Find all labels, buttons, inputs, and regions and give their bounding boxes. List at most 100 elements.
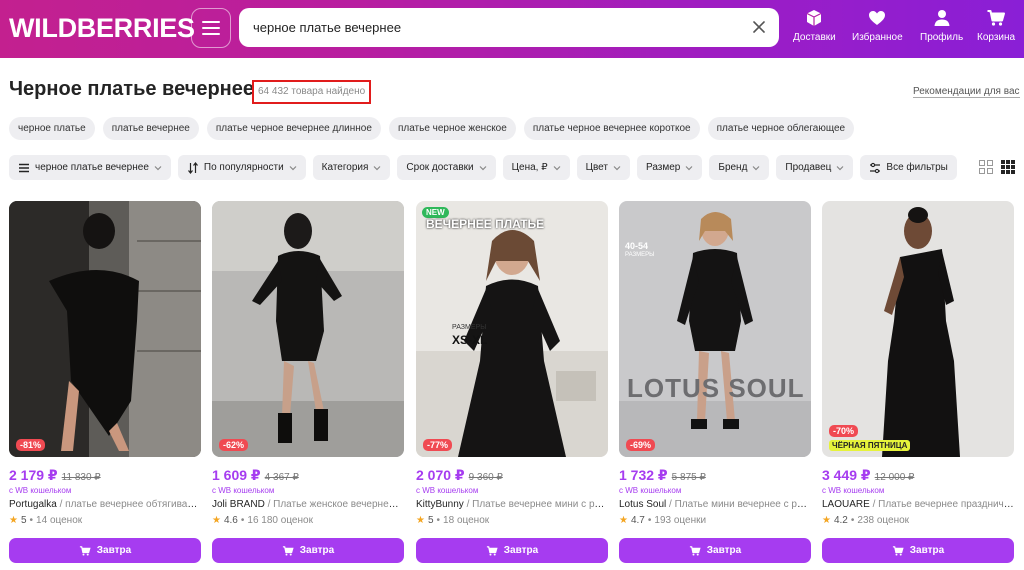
filter-price[interactable]: Цена, ₽ [502, 155, 570, 180]
product-desc: / платье вечернее обтягивающ… [56, 499, 201, 510]
brand: Lotus Soul [619, 499, 667, 510]
menu-icon-line [202, 21, 220, 23]
nav-deliveries[interactable]: Доставки [793, 8, 836, 43]
product-photo[interactable]: -81% [9, 201, 201, 457]
filter-label: Продавец [785, 162, 832, 173]
rating: ★ 4.6 • 16 180 оценок [212, 515, 313, 526]
filter-label: черное платье вечернее [35, 162, 149, 173]
price-row: 3 449 ₽ 12 000 ₽ [822, 467, 1014, 484]
old-price: 4 367 ₽ [264, 472, 299, 483]
chip[interactable]: платье вечернее [102, 117, 199, 140]
nav-label: Избранное [852, 32, 903, 43]
search-input[interactable] [253, 8, 743, 47]
product-photo[interactable]: NEW ВЕЧЕРНЕЕ ПЛАТЬЕ РАЗМЕРЫ XS-XL -77% [416, 201, 608, 457]
product-name[interactable]: KittyBunny / Платье вечернее мини с рук… [416, 499, 608, 510]
user-icon [934, 10, 950, 26]
buy-label: Завтра [503, 545, 539, 556]
filter-label: Срок доставки [406, 162, 474, 173]
filter-label: Цена, ₽ [511, 162, 548, 173]
reviews-count: 14 оценок [36, 515, 83, 526]
chevron-down-icon [613, 165, 621, 170]
sliders-icon [870, 162, 881, 173]
chip[interactable]: платье черное вечернее длинное [206, 117, 381, 140]
product-card[interactable]: -62% 1 609 ₽ 4 367 ₽ с WB кошельком Joli… [212, 201, 404, 563]
filter-color[interactable]: Цвет [576, 155, 630, 180]
sort-icon [187, 161, 198, 174]
chevron-down-icon [752, 165, 760, 170]
reviews-count: 238 оценок [857, 515, 910, 526]
product-card[interactable]: -81% 2 179 ₽ 11 830 ₽ с WB кошельком Por… [9, 201, 201, 563]
price-row: 2 070 ₽ 9 360 ₽ [416, 467, 608, 484]
filter-query[interactable]: черное платье вечернее [9, 155, 171, 180]
chip[interactable]: платье черное облегающее [707, 117, 855, 140]
product-desc: / Платье вечернее празднично… [869, 499, 1014, 510]
header: WILDBERRIES Доставки Избранное Профиль К… [0, 0, 1024, 58]
overlay-brand: LOTUS SOUL [627, 373, 805, 403]
grid-small-icon[interactable] [1001, 160, 1015, 174]
reviews-count: 18 оценок [443, 515, 490, 526]
product-photo[interactable]: -70% ЧЁРНАЯ ПЯТНИЦА [822, 201, 1014, 457]
add-to-cart-button[interactable]: Завтра [619, 538, 811, 563]
overlay-sizes: XS-XL [452, 333, 488, 347]
chip[interactable]: платье черное вечернее короткое [523, 117, 700, 140]
overlay-sizes-label: РАЗМЕРЫ [452, 324, 487, 331]
product-photo[interactable]: -62% [212, 201, 404, 457]
discount-badge: -77% [423, 439, 453, 451]
cart-icon [987, 10, 1006, 26]
product-photo[interactable]: 40-54 РАЗМЕРЫ LOTUS SOUL -69% [619, 201, 811, 457]
dress-photo [416, 201, 608, 457]
filter-label: Цвет [585, 162, 608, 173]
filter-seller[interactable]: Продавец [776, 155, 854, 180]
nav-favorites[interactable]: Избранное [852, 8, 903, 43]
price-row: 1 609 ₽ 4 367 ₽ [212, 467, 404, 484]
star-icon: ★ [9, 515, 18, 526]
add-to-cart-button[interactable]: Завтра [416, 538, 608, 563]
heart-icon [869, 11, 886, 25]
product-card[interactable]: NEW ВЕЧЕРНЕЕ ПЛАТЬЕ РАЗМЕРЫ XS-XL -77% 2… [416, 201, 608, 563]
product-name[interactable]: Joli BRAND / Платье женское вечернее н… [212, 499, 404, 510]
add-to-cart-button[interactable]: Завтра [212, 538, 404, 563]
product-name[interactable]: LAOUARE / Платье вечернее празднично… [822, 499, 1014, 510]
list-icon [19, 163, 29, 172]
product-card[interactable]: 40-54 РАЗМЕРЫ LOTUS SOUL -69% 1 732 ₽ 5 … [619, 201, 811, 563]
menu-button[interactable] [191, 8, 231, 48]
product-name[interactable]: Lotus Soul / Платье мини вечернее с раз… [619, 499, 811, 510]
chip[interactable]: платье черное женское [388, 117, 516, 140]
chip[interactable]: черное платье [9, 117, 95, 140]
wallet-note: с WB кошельком [416, 486, 479, 495]
filter-delivery[interactable]: Срок доставки [397, 155, 496, 180]
filter-category[interactable]: Категория [312, 155, 391, 180]
buy-label: Завтра [706, 545, 742, 556]
logo[interactable]: WILDBERRIES [9, 12, 195, 44]
cart-icon [282, 545, 294, 556]
search-bar [239, 8, 779, 47]
filter-label: Все фильтры [886, 162, 948, 173]
filter-size[interactable]: Размер [637, 155, 703, 180]
filter-sort[interactable]: По популярности [177, 155, 306, 180]
nav-profile[interactable]: Профиль [920, 8, 963, 43]
add-to-cart-button[interactable]: Завтра [822, 538, 1014, 563]
reviews-count: 16 180 оценок [247, 515, 313, 526]
product-desc: / Платье мини вечернее с раз… [666, 499, 811, 510]
chevron-down-icon [685, 165, 693, 170]
cart-icon [689, 545, 701, 556]
rating: ★ 5 • 18 оценок [416, 515, 490, 526]
dress-photo [9, 201, 201, 457]
old-price: 11 830 ₽ [61, 472, 101, 483]
product-desc: / Платье вечернее мини с рук… [463, 499, 608, 510]
page-title: Черное платье вечернее [9, 78, 254, 100]
add-to-cart-button[interactable]: Завтра [9, 538, 201, 563]
close-icon[interactable] [751, 19, 767, 35]
grid-large-icon[interactable] [979, 160, 993, 174]
star-icon: ★ [416, 515, 425, 526]
price-row: 2 179 ₽ 11 830 ₽ [9, 467, 201, 484]
product-name[interactable]: Portugalka / платье вечернее обтягивающ… [9, 499, 201, 510]
filter-all[interactable]: Все фильтры [860, 155, 957, 180]
dress-photo [619, 201, 811, 457]
chevron-down-icon [154, 165, 162, 170]
nav-cart[interactable]: Корзина [977, 8, 1015, 43]
product-card[interactable]: -70% ЧЁРНАЯ ПЯТНИЦА 3 449 ₽ 12 000 ₽ с W… [822, 201, 1014, 563]
recommendations-link[interactable]: Рекомендации для вас [913, 86, 1020, 98]
filter-brand[interactable]: Бренд [709, 155, 770, 180]
rating: ★ 4.7 • 193 оценки [619, 515, 707, 526]
